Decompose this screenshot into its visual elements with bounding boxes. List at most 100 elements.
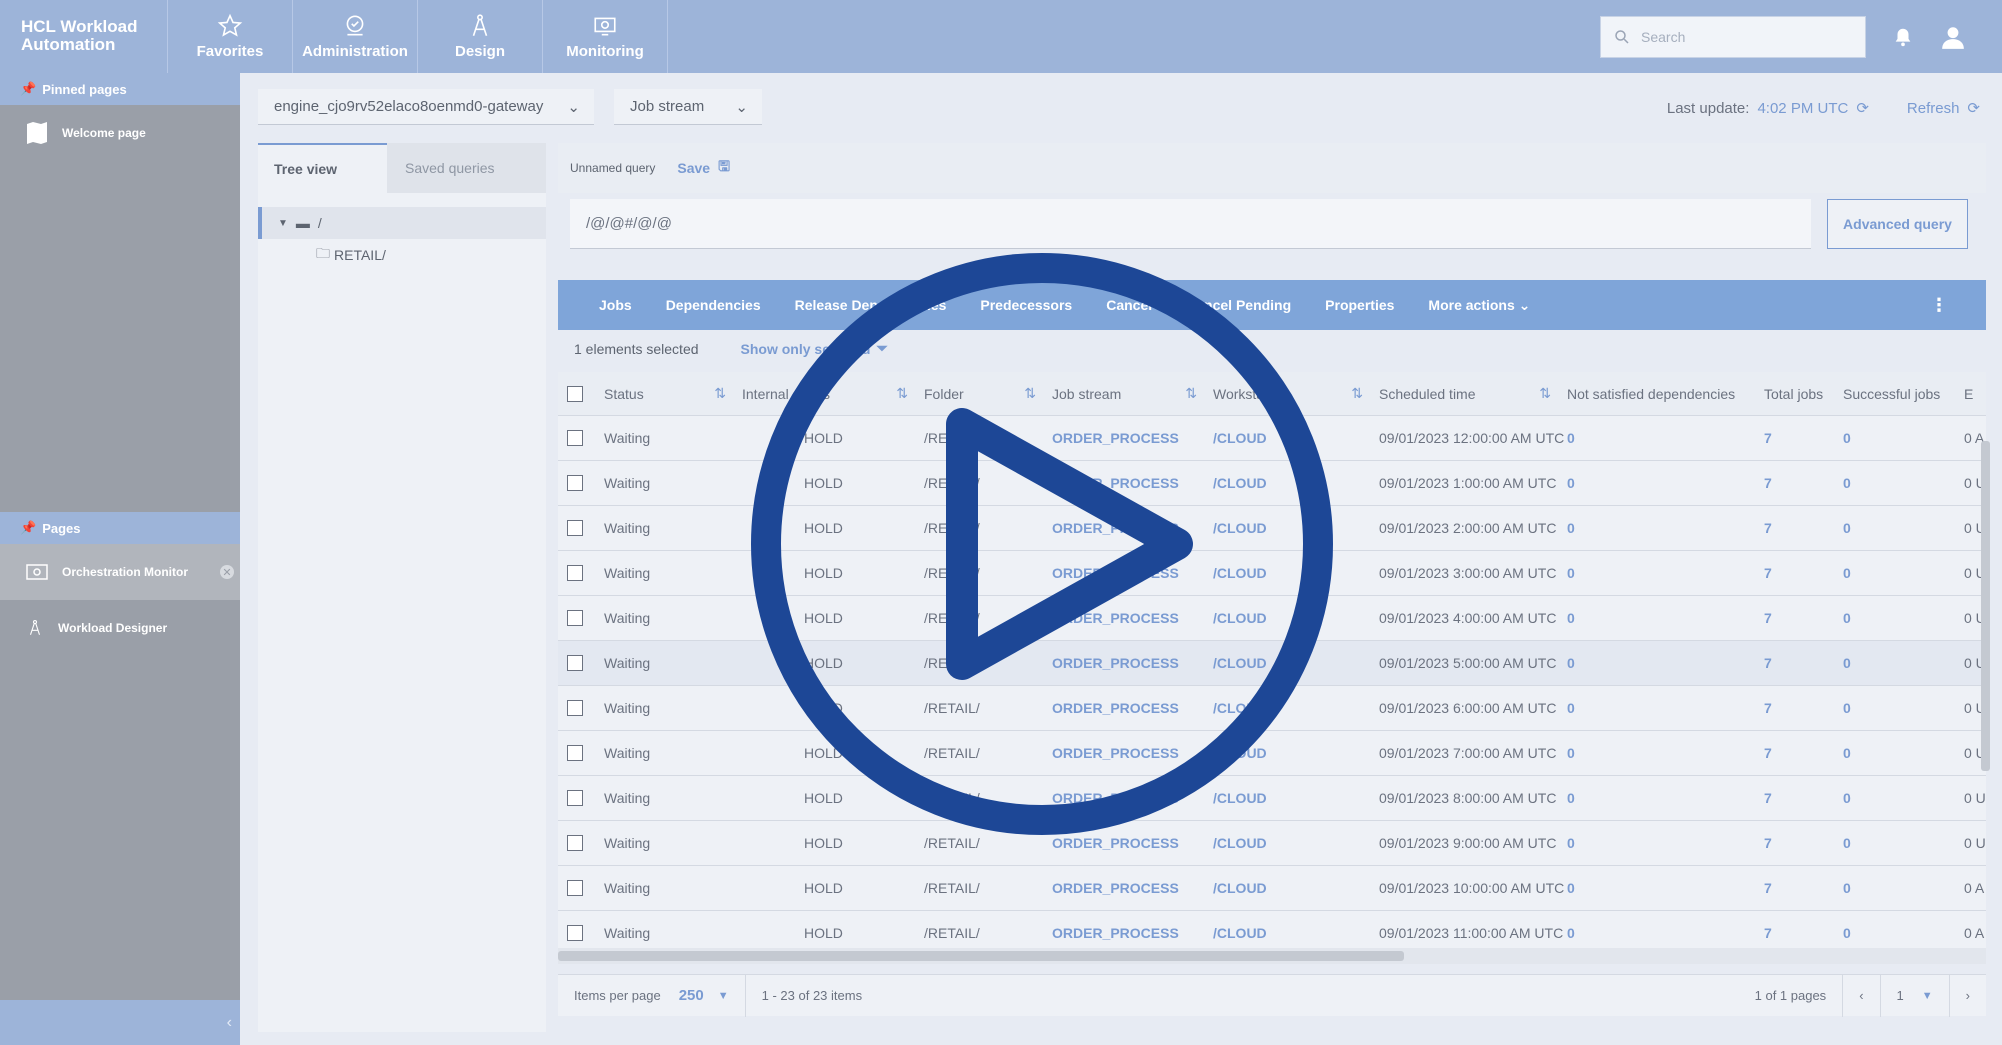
advanced-query-button[interactable]: Advanced query <box>1827 199 1968 249</box>
job-stream-link[interactable]: ORDER_PROCESS <box>1052 880 1213 896</box>
col-e[interactable]: E <box>1964 386 1986 402</box>
col-scheduled-time[interactable]: Scheduled time ⇅ <box>1379 385 1567 402</box>
nav-administration[interactable]: Administration <box>293 0 418 73</box>
total-jobs-link[interactable]: 7 <box>1764 520 1843 536</box>
dependencies-link[interactable]: 0 <box>1567 475 1764 491</box>
successful-jobs-link[interactable]: 0 <box>1843 745 1964 761</box>
job-stream-link[interactable]: ORDER_PROCESS <box>1052 925 1213 941</box>
total-jobs-link[interactable]: 7 <box>1764 880 1843 896</box>
successful-jobs-link[interactable]: 0 <box>1843 520 1964 536</box>
dependencies-link[interactable]: 0 <box>1567 565 1764 581</box>
vertical-scrollbar[interactable] <box>1981 441 1990 771</box>
successful-jobs-link[interactable]: 0 <box>1843 700 1964 716</box>
row-checkbox[interactable] <box>567 790 583 806</box>
tab-tree-view[interactable]: Tree view <box>258 143 387 193</box>
sidebar-item-welcome[interactable]: Welcome page <box>0 105 240 161</box>
row-checkbox[interactable] <box>567 925 583 941</box>
dependencies-link[interactable]: 0 <box>1567 430 1764 446</box>
items-per-page-select[interactable]: 250 ▼ <box>679 987 729 1004</box>
sidebar-item-workload-designer[interactable]: Workload Designer <box>0 600 240 656</box>
sort-icon[interactable]: ⇅ <box>1539 385 1551 402</box>
dependencies-link[interactable]: 0 <box>1567 655 1764 671</box>
auto-refresh-icon[interactable]: ⟳ <box>1856 99 1869 117</box>
row-checkbox[interactable] <box>567 475 583 491</box>
sort-icon[interactable]: ⇅ <box>714 385 726 402</box>
select-all-checkbox[interactable] <box>567 385 583 402</box>
nav-monitoring[interactable]: Monitoring <box>543 0 668 73</box>
total-jobs-link[interactable]: 7 <box>1764 475 1843 491</box>
nav-design[interactable]: Design <box>418 0 543 73</box>
row-checkbox[interactable] <box>567 430 583 446</box>
total-jobs-link[interactable]: 7 <box>1764 745 1843 761</box>
dependencies-link[interactable]: 0 <box>1567 700 1764 716</box>
save-query-button[interactable]: Save 🖫 <box>677 156 730 180</box>
user-avatar-icon[interactable] <box>1940 24 1966 50</box>
kebab-menu-icon[interactable]: ⋮ <box>1930 295 1948 316</box>
query-input[interactable]: /@/@#/@/@ <box>570 199 1811 249</box>
row-checkbox[interactable] <box>567 655 583 671</box>
dependencies-link[interactable]: 0 <box>1567 790 1764 806</box>
workstation-link[interactable]: /CLOUD <box>1213 925 1379 941</box>
next-page-button[interactable]: › <box>1948 974 1986 1017</box>
row-checkbox[interactable] <box>567 880 583 896</box>
successful-jobs-link[interactable]: 0 <box>1843 610 1964 626</box>
successful-jobs-link[interactable]: 0 <box>1843 430 1964 446</box>
horizontal-scrollbar[interactable] <box>558 948 1986 964</box>
caret-down-icon[interactable]: ▼ <box>278 218 288 229</box>
row-checkbox[interactable] <box>567 835 583 851</box>
total-jobs-link[interactable]: 7 <box>1764 610 1843 626</box>
refresh-button[interactable]: Refresh <box>1907 100 1960 117</box>
dependencies-link[interactable]: 0 <box>1567 520 1764 536</box>
action-jobs[interactable]: Jobs <box>582 297 649 313</box>
successful-jobs-link[interactable]: 0 <box>1843 790 1964 806</box>
row-checkbox[interactable] <box>567 520 583 536</box>
col-not-satisfied-deps[interactable]: Not satisfied dependencies <box>1567 386 1764 402</box>
sidebar-item-orchestration-monitor[interactable]: Orchestration Monitor ✕ <box>0 544 240 600</box>
row-checkbox[interactable] <box>567 565 583 581</box>
total-jobs-link[interactable]: 7 <box>1764 925 1843 941</box>
play-video-icon[interactable] <box>747 249 1337 839</box>
successful-jobs-link[interactable]: 0 <box>1843 565 1964 581</box>
chevron-left-icon[interactable]: ‹ <box>227 1014 232 1032</box>
prev-page-button[interactable]: ‹ <box>1842 974 1879 1017</box>
successful-jobs-link[interactable]: 0 <box>1843 835 1964 851</box>
total-jobs-link[interactable]: 7 <box>1764 835 1843 851</box>
dependencies-link[interactable]: 0 <box>1567 880 1764 896</box>
search-input[interactable] <box>1641 28 1841 45</box>
engine-select[interactable]: engine_cjo9rv52elaco8oenmd0-gateway ⌄ <box>258 89 594 125</box>
row-checkbox[interactable] <box>567 700 583 716</box>
total-jobs-link[interactable]: 7 <box>1764 430 1843 446</box>
col-status[interactable]: Status ⇅ <box>604 385 742 402</box>
total-jobs-link[interactable]: 7 <box>1764 790 1843 806</box>
table-row[interactable]: Waiting HOLD/RETAIL/ORDER_PROCESS/CLOUD 09… <box>558 866 1986 911</box>
tab-saved-queries[interactable]: Saved queries <box>387 143 546 193</box>
nav-favorites[interactable]: Favorites <box>168 0 293 73</box>
dependencies-link[interactable]: 0 <box>1567 925 1764 941</box>
col-total-jobs[interactable]: Total jobs <box>1764 386 1843 402</box>
close-icon[interactable]: ✕ <box>220 565 234 579</box>
dependencies-link[interactable]: 0 <box>1567 835 1764 851</box>
workstation-link[interactable]: /CLOUD <box>1213 880 1379 896</box>
successful-jobs-link[interactable]: 0 <box>1843 925 1964 941</box>
successful-jobs-link[interactable]: 0 <box>1843 880 1964 896</box>
object-type-select[interactable]: Job stream ⌄ <box>614 89 762 125</box>
app-brand[interactable]: HCL Workload Automation <box>0 0 168 73</box>
dependencies-link[interactable]: 0 <box>1567 745 1764 761</box>
bell-icon[interactable] <box>1892 25 1914 49</box>
tree-node-retail[interactable]: 🗀 RETAIL/ <box>258 239 546 271</box>
scrollbar-thumb[interactable] <box>558 951 1404 961</box>
total-jobs-link[interactable]: 7 <box>1764 565 1843 581</box>
successful-jobs-link[interactable]: 0 <box>1843 475 1964 491</box>
successful-jobs-link[interactable]: 0 <box>1843 655 1964 671</box>
dependencies-link[interactable]: 0 <box>1567 610 1764 626</box>
total-jobs-link[interactable]: 7 <box>1764 655 1843 671</box>
refresh-icon[interactable]: ⟳ <box>1967 99 1980 117</box>
total-jobs-link[interactable]: 7 <box>1764 700 1843 716</box>
tree-root-node[interactable]: ▼ ▬ / <box>258 207 546 239</box>
action-more-actions[interactable]: More actions ⌄ <box>1411 297 1547 314</box>
page-select[interactable]: 1 ▼ <box>1879 974 1949 1017</box>
row-checkbox[interactable] <box>567 610 583 626</box>
sort-icon[interactable]: ⇅ <box>1351 385 1363 402</box>
col-successful-jobs[interactable]: Successful jobs <box>1843 386 1964 402</box>
row-checkbox[interactable] <box>567 745 583 761</box>
